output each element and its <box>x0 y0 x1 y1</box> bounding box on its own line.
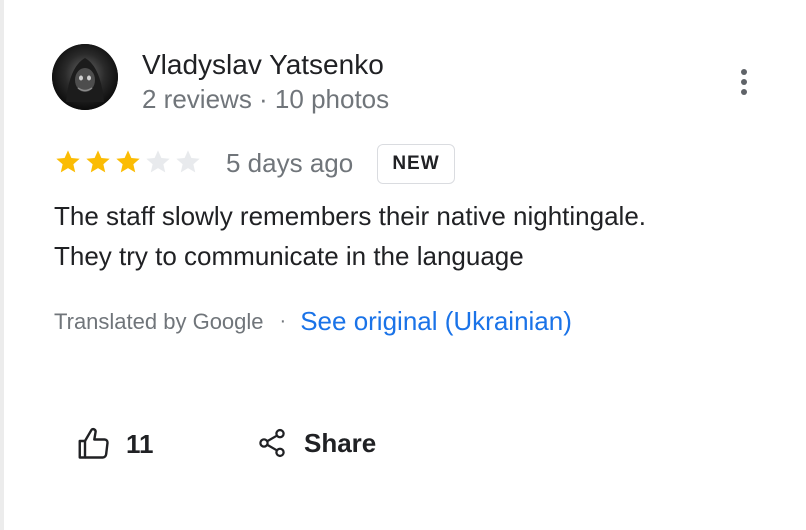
translated-by-label: Translated by Google <box>54 308 264 334</box>
review-text-line: The staff slowly remembers their native … <box>54 201 647 231</box>
like-button[interactable]: 11 <box>76 426 154 462</box>
separator-dot: · <box>279 310 287 332</box>
more-vert-icon <box>741 69 747 75</box>
like-count: 11 <box>126 428 154 459</box>
review-text: The staff slowly remembers their native … <box>54 196 646 276</box>
avatar-image <box>52 44 118 110</box>
star-rating <box>54 148 202 176</box>
translation-info: Translated by Google · See original (Ukr… <box>54 306 572 337</box>
share-icon <box>259 428 285 458</box>
reviewer-stats[interactable]: 2 reviews · 10 photos <box>142 83 389 115</box>
review-date: 5 days ago <box>226 148 354 178</box>
star-empty-icon <box>144 148 172 176</box>
new-badge: NEW <box>377 144 455 184</box>
reviewer-name[interactable]: Vladyslav Yatsenko <box>142 48 384 82</box>
star-filled-icon <box>54 148 82 176</box>
star-filled-icon <box>84 148 112 176</box>
more-options-button[interactable] <box>728 64 760 100</box>
see-original-link[interactable]: See original (Ukrainian) <box>300 306 572 337</box>
review-card: Vladyslav Yatsenko 2 reviews · 10 photos… <box>0 0 806 530</box>
share-label: Share <box>304 427 377 458</box>
star-empty-icon <box>174 148 202 176</box>
share-button[interactable]: Share <box>256 426 376 460</box>
star-filled-icon <box>114 148 142 176</box>
thumb-up-icon <box>78 427 109 459</box>
review-text-line: They try to communicate in the language <box>54 241 524 271</box>
avatar[interactable] <box>52 44 118 110</box>
